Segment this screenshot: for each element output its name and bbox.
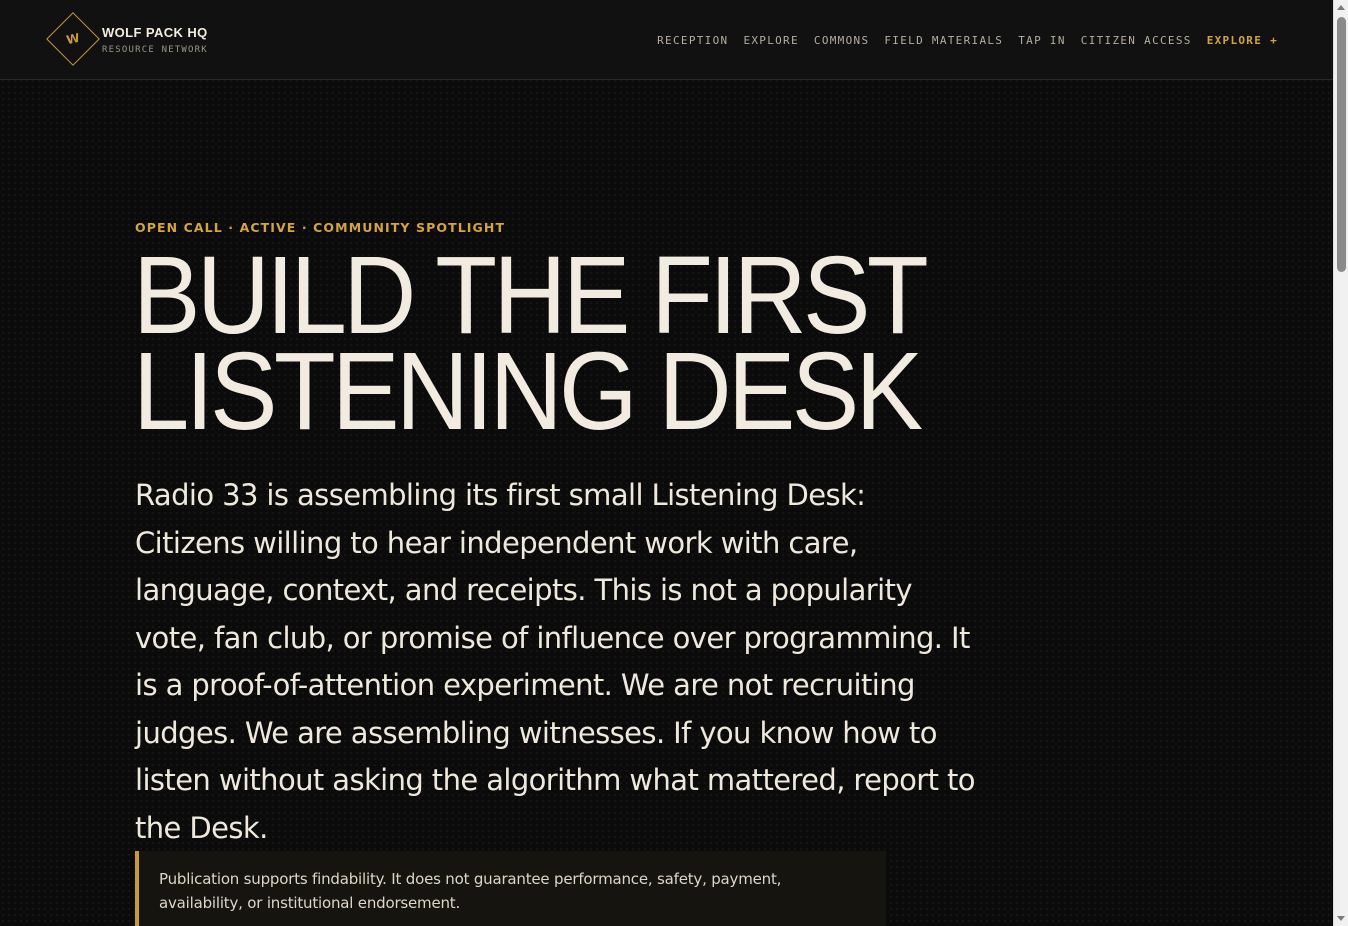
scroll-down-icon[interactable] — [1337, 916, 1345, 921]
nav-tap-in[interactable]: TAP IN — [1018, 34, 1066, 47]
hero-eyebrow: OPEN CALL · ACTIVE · COMMUNITY SPOTLIGHT — [135, 220, 506, 235]
nav-reception[interactable]: RECEPTION — [657, 34, 728, 47]
hero-body: Radio 33 is assembling its first small L… — [135, 478, 976, 845]
nav-field-materials[interactable]: FIELD MATERIALS — [884, 34, 1003, 47]
nav-explore[interactable]: EXPLORE — [743, 34, 798, 47]
hero-headline: BUILD THE FIRST LISTENING DESK — [133, 241, 961, 453]
logo-title: WOLF PACK HQ — [102, 25, 208, 40]
nav-citizen-access[interactable]: CITIZEN ACCESS — [1081, 34, 1192, 47]
logo-subtitle: RESOURCE NETWORK — [102, 45, 208, 55]
scroll-thumb[interactable] — [1337, 17, 1346, 272]
site-header: W WOLF PACK HQ RESOURCE NETWORK RECEPTIO… — [0, 0, 1333, 80]
page: W WOLF PACK HQ RESOURCE NETWORK RECEPTIO… — [0, 0, 1333, 926]
disclaimer-notice: Publication supports findability. It doe… — [135, 851, 886, 926]
logo-link[interactable]: W WOLF PACK HQ RESOURCE NETWORK — [45, 12, 215, 68]
scroll-up-icon[interactable] — [1337, 5, 1345, 10]
logo-letter: W — [65, 30, 81, 48]
nav-explore-plus[interactable]: EXPLORE + — [1207, 34, 1278, 47]
vertical-scrollbar[interactable] — [1333, 0, 1348, 926]
disclaimer-text: Publication supports findability. It doe… — [159, 870, 782, 912]
main-nav: RECEPTION EXPLORE COMMONS FIELD MATERIAL… — [657, 0, 1278, 80]
nav-commons[interactable]: COMMONS — [814, 34, 869, 47]
headline-line-2: LISTENING DESK — [133, 330, 923, 453]
